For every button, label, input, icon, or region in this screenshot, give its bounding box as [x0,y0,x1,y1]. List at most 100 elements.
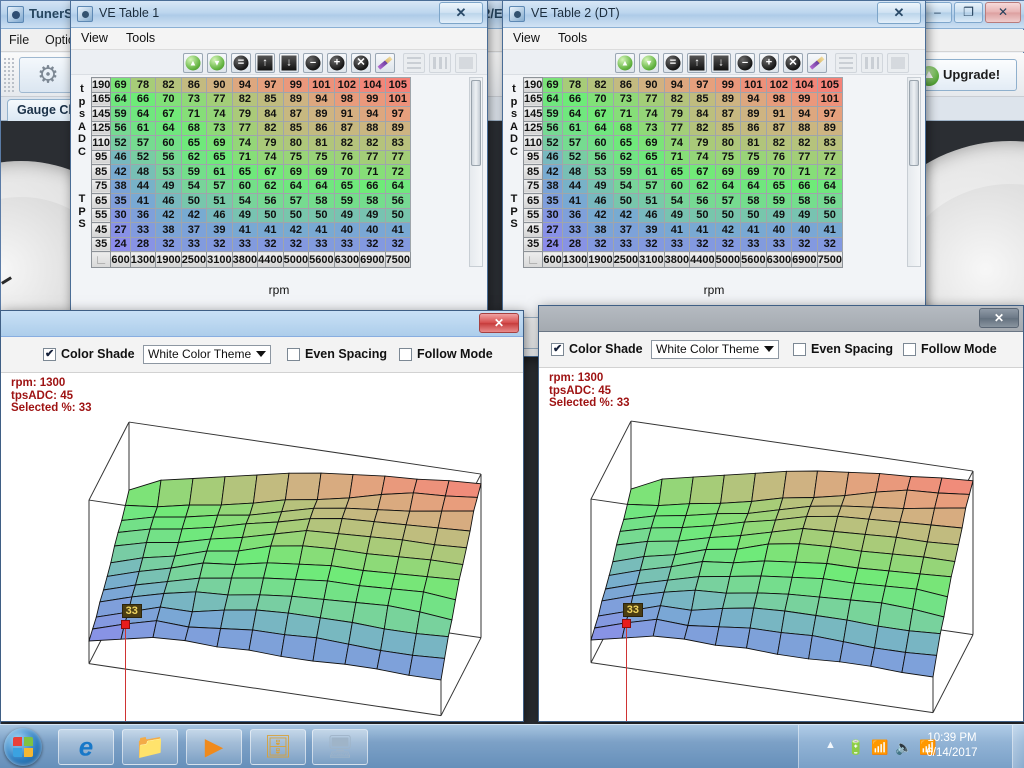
table-cell[interactable]: 66 [359,178,386,194]
surface-quad[interactable] [217,502,255,516]
table-row[interactable]: 85 42 48 53 59 61 65 67 69 69 70 71 72 [90,164,412,180]
table-view-icon[interactable] [455,53,477,73]
table-cell[interactable]: 56 [816,193,844,209]
table-cell[interactable]: 35 [110,193,131,209]
table-cell[interactable]: 58 [740,193,767,209]
table-cell[interactable]: 86 [740,120,767,136]
table-cell[interactable]: 75 [714,149,742,165]
table-cell[interactable]: 41 [740,222,767,238]
table-cell[interactable]: 65 [231,164,259,180]
table-cell[interactable]: 41 [561,193,589,209]
column-header[interactable]: 4400 [257,251,284,268]
table-cell[interactable]: 78 [561,77,589,93]
surface-quad[interactable] [220,609,257,631]
table-row[interactable]: 45 27 33 38 37 39 41 41 42 41 40 40 41 [90,222,412,238]
scrollbar-thumb[interactable] [471,80,481,166]
ve1-vertical-scrollbar[interactable] [469,77,483,267]
table-cell[interactable]: 56 [257,193,284,209]
table-cell[interactable]: 105 [816,77,844,93]
surface-quad[interactable] [626,478,663,507]
table-cell[interactable]: 81 [308,135,335,151]
table-cell[interactable]: 57 [561,135,589,151]
table-cell[interactable]: 32 [587,236,614,252]
table-cell[interactable]: 39 [638,222,665,238]
table-cell[interactable]: 77 [231,120,259,136]
table-cell[interactable]: 65 [663,164,691,180]
ve1-menu-view[interactable]: View [81,31,108,45]
table-cell[interactable]: 94 [359,106,386,122]
table-cell[interactable]: 40 [359,222,386,238]
table-cell[interactable]: 56 [155,149,182,165]
table-cell[interactable]: 54 [231,193,259,209]
surface-quad[interactable] [298,545,336,567]
surface-quad[interactable] [683,625,720,646]
interpolate-up-icon[interactable]: ▲ [183,53,203,73]
d3-left-close-button[interactable]: ✕ [479,313,519,333]
surface-quad[interactable] [688,474,725,505]
table-cell[interactable]: 32 [206,236,233,252]
table-cell[interactable]: 94 [231,77,259,93]
table-cell[interactable]: 73 [612,91,640,107]
table-cell[interactable]: 32 [714,236,742,252]
table-cell[interactable]: 79 [689,135,716,151]
surface-quad[interactable] [206,536,244,552]
table-cell[interactable]: 50 [384,207,412,223]
table-row[interactable]: 55 30 36 42 42 46 49 50 50 50 49 49 50 [522,207,844,223]
interpolate-down-icon[interactable]: ▼ [207,53,227,73]
table-cell[interactable]: 44 [561,178,589,194]
table-cell[interactable]: 42 [282,222,310,238]
row-header[interactable]: 110 [522,135,544,151]
table-cell[interactable]: 83 [816,135,844,151]
table-cell[interactable]: 65 [333,178,361,194]
table-cell[interactable]: 82 [765,135,793,151]
table-cell[interactable]: 49 [791,207,818,223]
surface-quad[interactable] [188,476,226,506]
table-cell[interactable]: 48 [129,164,157,180]
selection-marker-dot[interactable] [120,620,130,630]
table-cell[interactable]: 33 [612,236,640,252]
surface-quad[interactable] [809,495,846,507]
surface-quad[interactable] [184,626,222,648]
table-cell[interactable]: 91 [333,106,361,122]
column-header[interactable]: 1900 [155,251,182,268]
toolbar-drag-handle[interactable] [3,57,15,93]
table-cell[interactable]: 77 [663,120,691,136]
table-cell[interactable]: 38 [110,178,131,194]
table-cell[interactable]: 89 [384,120,412,136]
surface-quad[interactable] [316,472,354,501]
table-cell[interactable]: 69 [542,77,563,93]
table-cell[interactable]: 82 [333,135,361,151]
ve2-menu-tools[interactable]: Tools [558,31,587,45]
table-cell[interactable]: 78 [129,77,157,93]
column-header[interactable]: 5000 [282,251,310,268]
table-cell[interactable]: 65 [765,178,793,194]
surface-quad[interactable] [926,524,963,546]
table-cell[interactable]: 58 [359,193,386,209]
table-cell[interactable]: 88 [359,120,386,136]
show-desktop-button[interactable] [1012,725,1024,768]
taskbar-internet-explorer-icon[interactable]: e [58,729,114,765]
table-cell[interactable]: 50 [612,193,640,209]
table-row[interactable]: 65 35 41 46 50 51 54 56 57 58 59 58 56 [90,193,412,209]
surface-quad[interactable] [248,629,286,657]
table-cell[interactable]: 41 [308,222,335,238]
table-cell[interactable]: 77 [359,149,386,165]
table-cell[interactable]: 94 [740,91,767,107]
table-cell[interactable]: 57 [129,135,157,151]
row-header[interactable]: 45 [90,222,112,238]
table-cell[interactable]: 94 [308,91,335,107]
table-cell[interactable]: 82 [791,135,818,151]
table-cell[interactable]: 59 [612,164,640,180]
surface-quad[interactable] [701,548,738,564]
surface-quad[interactable] [805,505,843,518]
table-cell[interactable]: 70 [587,91,614,107]
table-row[interactable]: 75 38 44 49 54 57 60 62 64 64 65 66 64 [90,178,412,194]
table-cell[interactable]: 33 [129,222,157,238]
surface-quad[interactable] [780,610,817,637]
table-cell[interactable]: 74 [231,135,259,151]
surface-mesh[interactable] [590,470,974,678]
table-cell[interactable]: 56 [384,193,412,209]
table-cell[interactable]: 28 [129,236,157,252]
surface-quad[interactable] [262,562,300,580]
table-cell[interactable]: 38 [155,222,182,238]
